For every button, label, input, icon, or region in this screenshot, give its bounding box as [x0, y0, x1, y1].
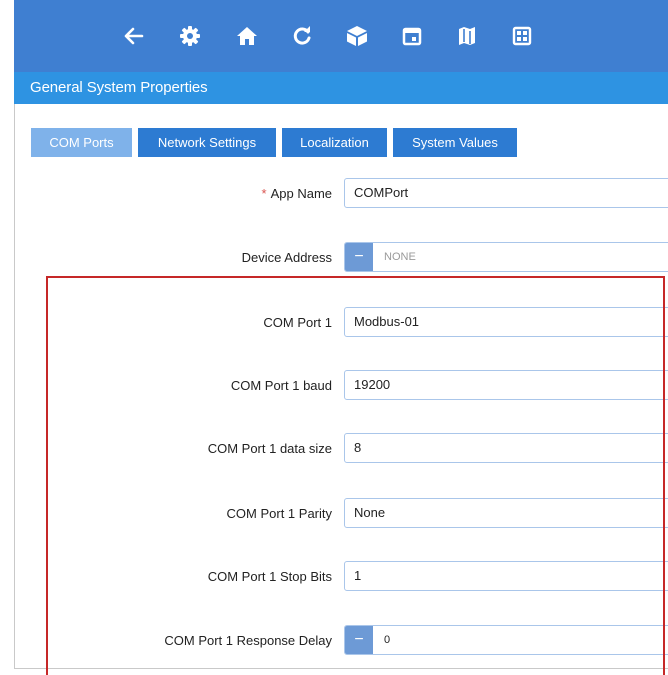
panel-bottom-border [14, 668, 668, 669]
top-toolbar [14, 0, 668, 72]
back-arrow-icon[interactable] [120, 22, 148, 50]
device-address-label: Device Address [241, 250, 332, 265]
response-delay-value[interactable]: 0 [373, 634, 390, 646]
app-name-input[interactable]: COMPort [344, 178, 668, 208]
panel-title: General System Properties [14, 72, 668, 104]
panel-left-border [14, 104, 15, 669]
tab-system-values[interactable]: System Values [393, 128, 517, 157]
app-name-label-text: App Name [270, 186, 332, 201]
com-port-1-baud-input[interactable]: 19200 [344, 370, 668, 400]
com-port-1-parity-label: COM Port 1 Parity [226, 506, 332, 521]
refresh-icon[interactable] [288, 22, 316, 50]
com-port-1-data-size-input[interactable]: 8 [344, 433, 668, 463]
com-port-1-parity-input[interactable]: None [344, 498, 668, 528]
com-port-1-response-delay-label: COM Port 1 Response Delay [164, 633, 332, 648]
com-port-1-data-size-label: COM Port 1 data size [207, 441, 332, 456]
gear-icon[interactable] [176, 22, 204, 50]
grid-icon[interactable] [508, 22, 536, 50]
home-icon[interactable] [233, 22, 261, 50]
tab-com-ports[interactable]: COM Ports [31, 128, 132, 157]
device-address-decrement-button[interactable]: − [345, 243, 373, 271]
com-port-1-stop-bits-input[interactable]: 1 [344, 561, 668, 591]
map-icon[interactable] [453, 22, 481, 50]
app-name-label: * App Name [262, 186, 332, 201]
calendar-icon[interactable] [398, 22, 426, 50]
response-delay-decrement-button[interactable]: − [345, 626, 373, 654]
com-port-1-response-delay-stepper[interactable]: − 0 [344, 625, 668, 655]
tab-network-settings[interactable]: Network Settings [138, 128, 276, 157]
device-address-stepper[interactable]: − NONE [344, 242, 668, 272]
com-port-1-stop-bits-label: COM Port 1 Stop Bits [207, 569, 332, 584]
tab-localization[interactable]: Localization [282, 128, 387, 157]
com-port-1-baud-label: COM Port 1 baud [230, 378, 332, 393]
cube-icon[interactable] [343, 22, 371, 50]
com-port-1-input[interactable]: Modbus-01 [344, 307, 668, 337]
device-address-value[interactable]: NONE [373, 251, 416, 263]
required-marker: * [261, 186, 267, 201]
com-port-1-label: COM Port 1 [263, 315, 332, 330]
